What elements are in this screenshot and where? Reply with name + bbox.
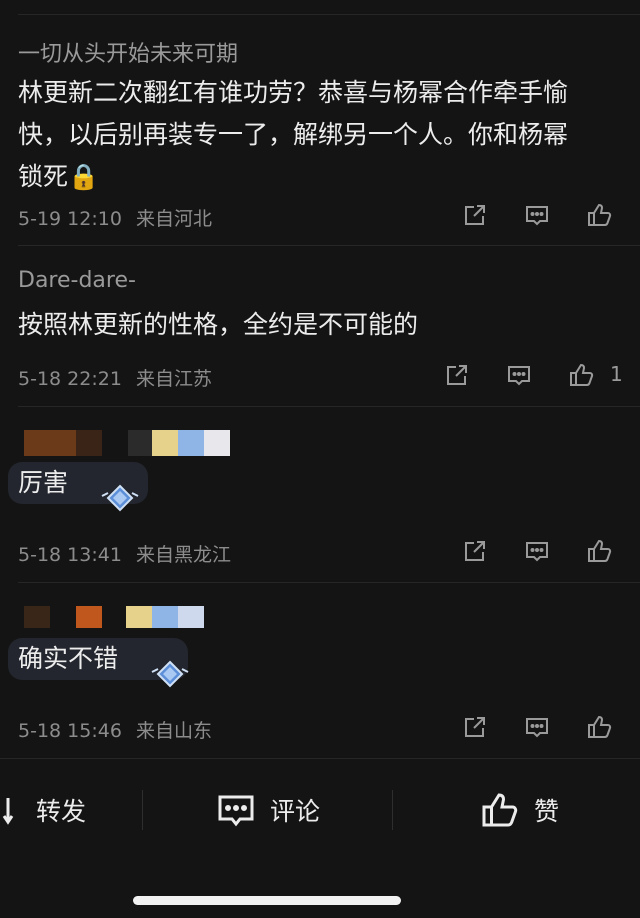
- share-button[interactable]: [458, 198, 492, 232]
- like-button[interactable]: [582, 534, 616, 568]
- share-icon: [465, 205, 485, 225]
- repost-label: 转发: [36, 797, 87, 826]
- comment-location: 来自山东: [135, 720, 212, 742]
- reply-button[interactable]: [520, 534, 554, 568]
- comment-label: 评论: [270, 797, 321, 826]
- comment-time: 5-18 15:46: [18, 720, 122, 742]
- like-button[interactable]: [582, 198, 616, 232]
- comment-time: 5-18 22:21: [18, 368, 122, 390]
- share-icon: [465, 717, 485, 737]
- diamond-sticker-icon: [101, 484, 139, 512]
- thumbs-up-icon: [482, 793, 518, 827]
- like-count: 1: [610, 362, 623, 386]
- share-button[interactable]: [458, 710, 492, 744]
- comment-username[interactable]: Dare-dare-: [18, 268, 136, 293]
- comment-meta: 5-18 13:41 来自黑龙江: [18, 540, 231, 567]
- like-label: 赞: [534, 797, 560, 826]
- reply-button[interactable]: [502, 358, 536, 392]
- comment-time: 5-19 12:10: [18, 208, 122, 230]
- repost-button[interactable]: 转发: [0, 788, 86, 832]
- comment-content-line: 锁死🔒: [18, 162, 100, 191]
- comment-actions: 1: [440, 358, 640, 392]
- comment-icon: [508, 366, 530, 386]
- like-button[interactable]: [564, 358, 598, 392]
- home-indicator[interactable]: [133, 896, 401, 905]
- thumbs-up-icon: [588, 715, 612, 738]
- comment-content-line: 厉害: [18, 468, 69, 497]
- comment-actions: [440, 198, 640, 232]
- comment-time: 5-18 13:41: [18, 544, 122, 566]
- comment-content-line: 林更新二次翻红有谁功劳？恭喜与杨幂合作牵手愉: [18, 78, 569, 107]
- comment-actions: [440, 534, 640, 568]
- bar-separator: [142, 790, 143, 830]
- share-icon: [447, 365, 467, 385]
- comment-username[interactable]: 一切从头开始未来可期: [18, 36, 238, 68]
- comment-location: 来自江苏: [135, 368, 212, 390]
- comment-actions: [440, 710, 640, 744]
- comment-icon: [218, 795, 254, 827]
- comment-content-line: 快，以后别再装专一了，解绑另一个人。你和杨幂: [18, 120, 569, 149]
- comment-location: 来自黑龙江: [135, 544, 231, 566]
- comment-location: 来自河北: [135, 208, 212, 230]
- comment-content-line: 确实不错: [18, 644, 119, 673]
- comment-meta: 5-18 15:46 来自山东: [18, 716, 212, 743]
- repost-icon: [2, 798, 14, 825]
- comment-content: 确实不错: [8, 638, 616, 680]
- divider: [18, 406, 640, 407]
- share-button[interactable]: [440, 358, 474, 392]
- like-button[interactable]: [582, 710, 616, 744]
- reply-button[interactable]: [520, 198, 554, 232]
- blurred-username: [24, 606, 204, 628]
- reply-button[interactable]: [520, 710, 554, 744]
- comment-content: 按照林更新的性格，全约是不可能的: [18, 304, 616, 346]
- blurred-username: [24, 430, 234, 456]
- comment-content-line: 按照林更新的性格，全约是不可能的: [18, 310, 419, 339]
- comment-button[interactable]: 评论: [216, 788, 320, 832]
- thumbs-up-icon: [570, 363, 594, 386]
- divider: [18, 14, 640, 15]
- share-icon: [465, 541, 485, 561]
- bottom-action-bar: 转发 评论 赞: [0, 760, 640, 860]
- comment-icon: [526, 206, 548, 226]
- divider: [0, 758, 640, 759]
- divider: [18, 582, 640, 583]
- thumbs-up-icon: [588, 203, 612, 226]
- comment-content: 林更新二次翻红有谁功劳？恭喜与杨幂合作牵手愉 快，以后别再装专一了，解绑另一个人…: [18, 72, 616, 198]
- comment-meta: 5-19 12:10 来自河北: [18, 204, 212, 231]
- thumbs-up-icon: [588, 539, 612, 562]
- diamond-sticker-icon: [151, 660, 189, 688]
- bar-separator: [392, 790, 393, 830]
- comment-meta: 5-18 22:21 来自江苏: [18, 364, 212, 391]
- share-button[interactable]: [458, 534, 492, 568]
- divider: [18, 245, 640, 246]
- like-bar-button[interactable]: 赞: [478, 788, 559, 832]
- comment-icon: [526, 542, 548, 562]
- comment-icon: [526, 718, 548, 738]
